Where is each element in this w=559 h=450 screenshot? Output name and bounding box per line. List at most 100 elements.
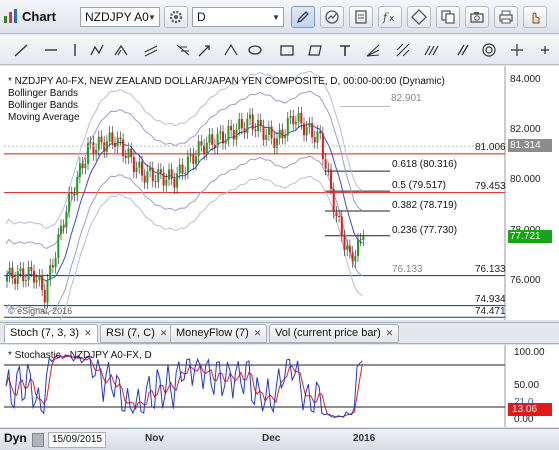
candle-body: [311, 123, 314, 138]
candle-body: [200, 141, 203, 146]
tab-stoch[interactable]: Stoch (7, 3, 3) ✕: [4, 324, 98, 343]
close-icon[interactable]: ✕: [254, 328, 262, 338]
indicators-button[interactable]: fx: [378, 6, 402, 28]
arrow-tool-icon[interactable]: [194, 39, 216, 61]
copy-button[interactable]: [436, 6, 460, 28]
candle-body: [208, 134, 211, 143]
candle-body: [95, 149, 98, 155]
polyline-icon[interactable]: [86, 39, 108, 61]
more-icon[interactable]: [534, 39, 556, 61]
candle-body: [81, 163, 84, 169]
time-label-dec: Dec: [262, 433, 281, 444]
legend-title: * NZDJPY A0-FX, NEW ZEALAND DOLLAR/JAPAN…: [8, 76, 445, 87]
vertical-line-icon[interactable]: [64, 39, 86, 61]
candle-body: [170, 169, 173, 179]
chart-style-button[interactable]: [320, 6, 344, 28]
candle-body: [127, 148, 130, 158]
symbol-settings-button[interactable]: [164, 6, 188, 28]
gann-icon[interactable]: [392, 39, 414, 61]
candle-body: [6, 276, 8, 282]
candle-body: [35, 280, 38, 283]
tab-label: RSI (7, C): [106, 327, 155, 339]
chart-legend: * NZDJPY A0-FX, NEW ZEALAND DOLLAR/JAPAN…: [8, 76, 445, 124]
watermark: © eSignal, 2016: [8, 306, 73, 316]
pencil-icon: [296, 11, 309, 24]
symbol-dropdown-icon[interactable]: ▼: [146, 7, 158, 27]
candle-body: [303, 123, 305, 136]
fan-icon[interactable]: [362, 39, 384, 61]
fx-icon: fx: [382, 11, 395, 24]
interval-dropdown-icon[interactable]: ▼: [270, 7, 282, 27]
legend-bollinger-1: Bollinger Bands: [8, 88, 79, 99]
low-label: 76.133: [392, 264, 423, 275]
resistance-label: 81.006: [475, 142, 506, 153]
pitchfork-icon[interactable]: [220, 39, 242, 61]
channel-icon[interactable]: [140, 39, 162, 61]
candle-body: [224, 139, 227, 144]
parallelogram-icon[interactable]: [304, 39, 326, 61]
candle-body: [189, 154, 192, 157]
cycle-icon[interactable]: [478, 39, 500, 61]
drawing-toolbar: [0, 35, 559, 65]
crosshair-icon[interactable]: [506, 39, 528, 61]
candle-body: [78, 163, 81, 178]
fibonacci-icon[interactable]: [172, 39, 194, 61]
rectangle-icon[interactable]: [276, 39, 298, 61]
text-tool-icon[interactable]: [334, 39, 356, 61]
candle-body: [132, 157, 135, 173]
candle-body: [151, 167, 154, 182]
candle-body: [159, 169, 162, 173]
candle-body: [340, 216, 343, 237]
tab-volume[interactable]: Vol (current price bar) ✕: [269, 324, 400, 343]
close-icon[interactable]: ✕: [160, 328, 168, 338]
candle-body: [65, 211, 68, 228]
candle-body: [22, 268, 25, 282]
time-label-2016: 2016: [353, 433, 376, 444]
candle-body: [30, 266, 33, 271]
ellipse-icon[interactable]: [244, 39, 266, 61]
parallel-lines-icon[interactable]: [452, 39, 474, 61]
candle-body: [143, 175, 146, 183]
zigzag-icon[interactable]: [420, 39, 442, 61]
link-button[interactable]: [407, 6, 431, 28]
tab-moneyflow[interactable]: MoneyFlow (7) ✕: [170, 324, 268, 343]
save-button[interactable]: [465, 6, 489, 28]
time-axis-bar: Dyn 15/09/2015 Nov Dec 2016: [0, 428, 559, 450]
cursor-button[interactable]: [523, 6, 547, 28]
candle-body: [108, 132, 111, 142]
candle-body: [68, 192, 71, 212]
start-date-field[interactable]: 15/09/2015: [48, 432, 106, 448]
dynamic-mode-label[interactable]: Dyn: [4, 431, 27, 445]
printer-icon: [499, 10, 513, 24]
fib-level-label: 0.382 (78.719): [392, 200, 458, 211]
stoch-value-tag: 13.06: [508, 403, 552, 416]
draw-mode-button[interactable]: [291, 6, 315, 28]
candle-body: [330, 169, 332, 189]
candle-body: [235, 129, 238, 140]
candle-body: [281, 129, 284, 139]
line-tool-icon[interactable]: [10, 39, 32, 61]
candle-body: [173, 178, 176, 188]
candle-body: [51, 265, 54, 268]
candle-body: [354, 256, 357, 262]
print-button[interactable]: [494, 6, 518, 28]
close-icon[interactable]: ✕: [386, 328, 394, 338]
candle-body: [168, 169, 170, 180]
candle-body: [89, 142, 92, 144]
scroll-handle[interactable]: [32, 433, 44, 447]
candle-body: [14, 278, 17, 284]
candle-body: [319, 131, 322, 134]
candle-body: [33, 270, 35, 283]
legend-moving-average: Moving Average: [8, 112, 80, 123]
close-icon[interactable]: ✕: [84, 328, 92, 338]
tab-rsi[interactable]: RSI (7, C) ✕: [100, 324, 174, 343]
candle-body: [157, 169, 160, 183]
horizontal-line-icon[interactable]: [40, 39, 62, 61]
candle-body: [149, 167, 152, 172]
candle-body: [184, 172, 187, 174]
fork-icon[interactable]: [110, 39, 132, 61]
template-button[interactable]: [349, 6, 373, 28]
candle-body: [222, 131, 224, 144]
candle-body: [332, 188, 335, 213]
candle-body: [8, 267, 11, 277]
